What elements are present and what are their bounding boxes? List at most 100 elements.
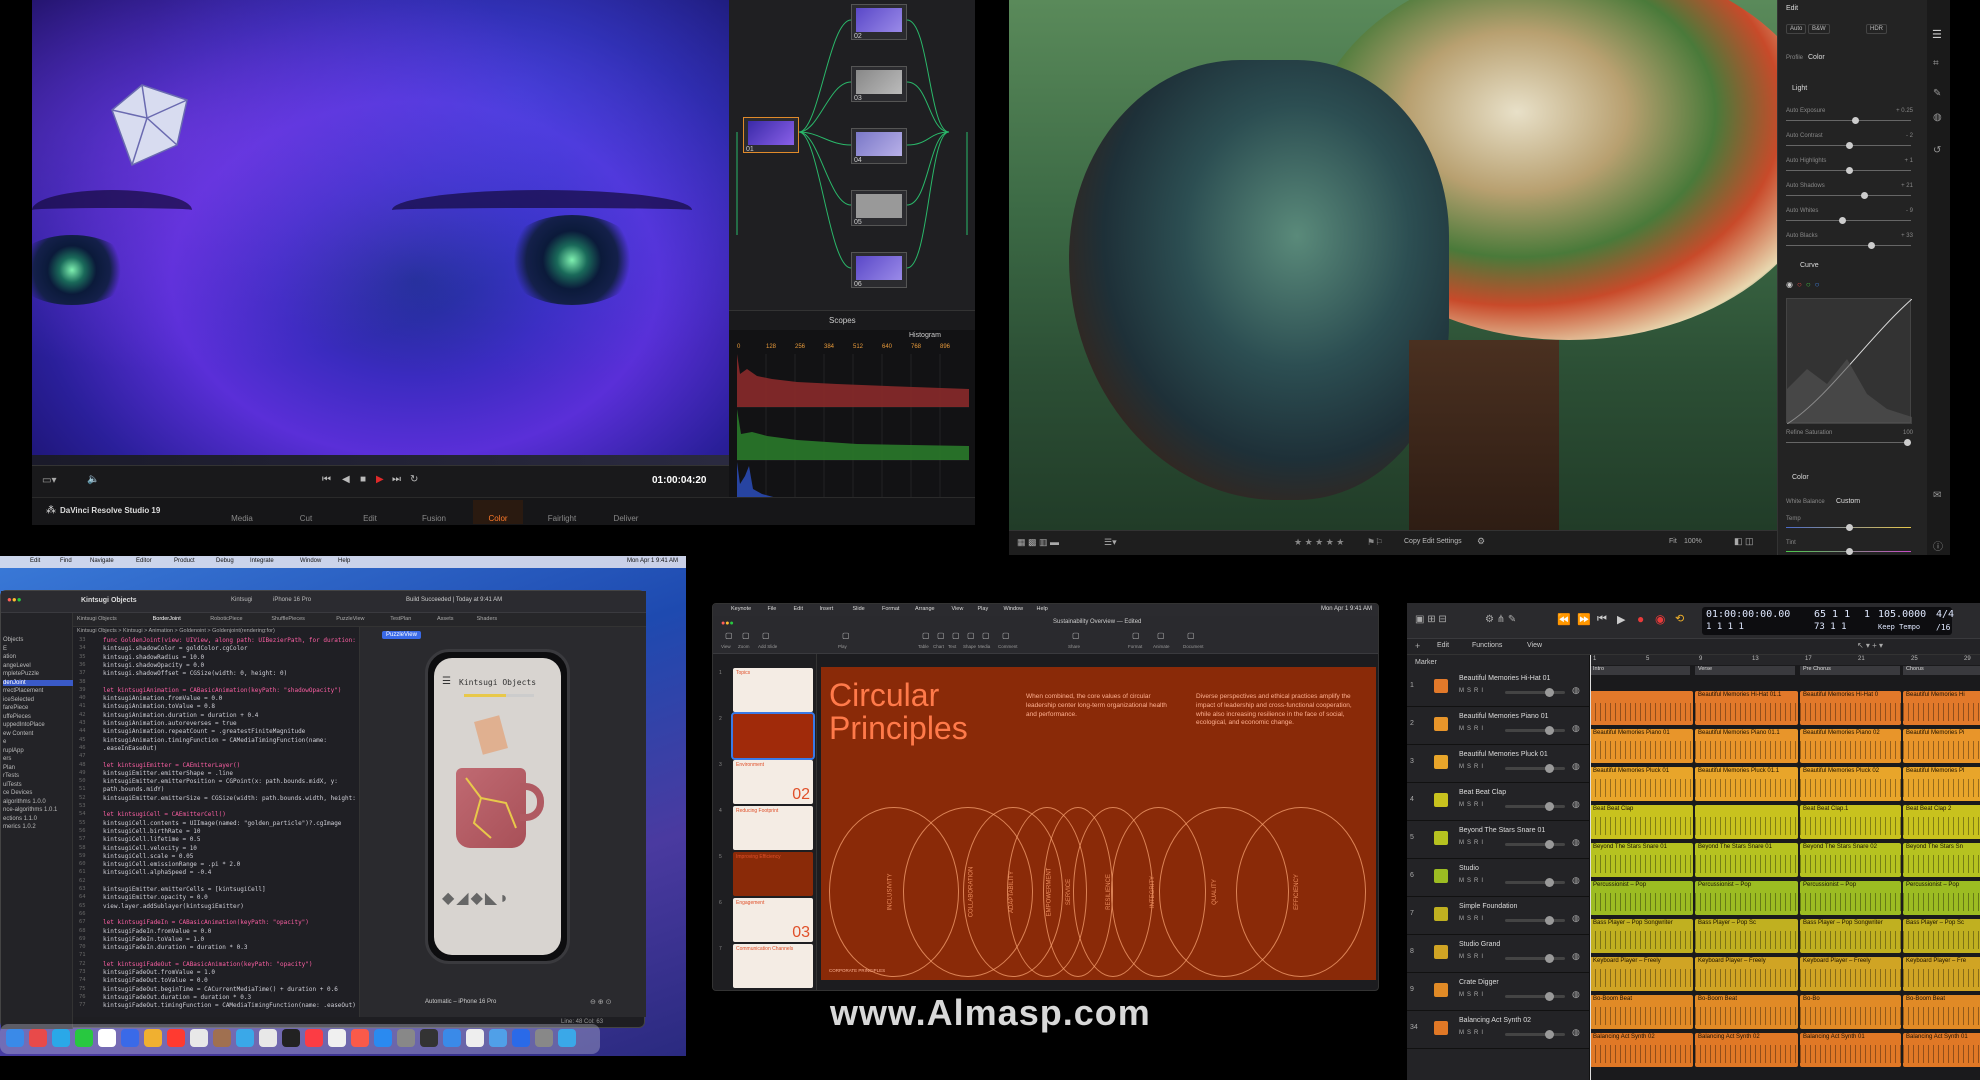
slide-canvas[interactable]: Circular Principles When combined, the c… <box>821 667 1376 980</box>
track-region[interactable]: Bass Player – Pop Songwriter <box>1590 919 1693 953</box>
pan-knob[interactable]: ◍ <box>1572 723 1580 734</box>
profile-select[interactable]: Color <box>1808 54 1825 61</box>
editor-tab[interactable]: ShufflePieces <box>271 616 305 622</box>
toolbar-format-icon[interactable]: ▢ <box>1132 631 1140 640</box>
pan-knob[interactable]: ◍ <box>1572 1027 1580 1038</box>
breadcrumb[interactable]: Kintsugi Objects > Kintsugi > Animation … <box>77 628 275 634</box>
track-buttons[interactable]: MSRI <box>1459 954 1486 960</box>
track-header[interactable]: 6 Studio MSRI ◍ <box>1407 859 1590 897</box>
track-region[interactable]: Bo-Boom Beat <box>1903 995 1980 1029</box>
record-button[interactable]: ● <box>1637 612 1644 626</box>
edit-tool-icon[interactable]: ☰ <box>1932 28 1942 41</box>
masking-tool-icon[interactable]: ◍ <box>1933 112 1942 123</box>
track-region[interactable]: Bass Player – Pop Sc <box>1695 919 1798 953</box>
page-tab-fusion[interactable]: Fusion <box>409 502 459 523</box>
track-region[interactable]: Percussionist – Pop <box>1695 881 1798 915</box>
slide-title-line-2[interactable]: Principles <box>829 710 968 747</box>
gear-icon[interactable]: ⚙ <box>1477 536 1485 547</box>
loop-button[interactable]: ↻ <box>410 474 418 485</box>
navigator-item[interactable]: ation <box>3 654 16 660</box>
track-region[interactable]: Balancing Act Synth 02 <box>1695 1033 1798 1067</box>
dock-app-icon[interactable] <box>52 1029 70 1047</box>
track-header[interactable]: 8 Studio Grand MSRI ◍ <box>1407 935 1590 973</box>
track-volume-fader[interactable] <box>1505 954 1565 963</box>
forward-button[interactable]: ⏩ <box>1577 613 1591 626</box>
navigator-item[interactable]: rTests <box>3 773 19 779</box>
navigator-item[interactable]: merics 1.0.2 <box>3 824 36 830</box>
tempo-mode[interactable]: Keep Tempo <box>1878 623 1920 631</box>
editor-tab[interactable]: TestPlan <box>390 616 411 622</box>
dock-app-icon[interactable] <box>558 1029 576 1047</box>
track-region[interactable]: Keyboard Player – Fre <box>1903 957 1980 991</box>
window-controls[interactable]: ●●● <box>7 595 22 604</box>
page-tab-media[interactable]: Media <box>217 502 267 523</box>
track-header[interactable]: 3 Beautiful Memories Pluck 01 MSRI ◍ <box>1407 745 1590 783</box>
menu-item[interactable]: View <box>952 606 964 612</box>
dock-app-icon[interactable] <box>535 1029 553 1047</box>
track-header[interactable]: 9 Crate Digger MSRI ◍ <box>1407 973 1590 1011</box>
navigator-item[interactable]: nce-algorithms 1.0.1 <box>3 807 57 813</box>
lcd-display[interactable]: 01:00:00:00.00 1 1 1 1 65 1 1 73 1 1 1 1… <box>1702 607 1954 635</box>
dock-app-icon[interactable] <box>98 1029 116 1047</box>
volume-icon[interactable]: 🔈 <box>87 474 99 485</box>
menu-item[interactable]: Find <box>60 558 72 564</box>
toolbar-zoom-icon[interactable]: ▢ <box>742 631 750 640</box>
refine-saturation-slider[interactable] <box>1786 439 1911 446</box>
menu-item[interactable]: Slide <box>853 606 865 612</box>
track-header[interactable]: 1 Beautiful Memories Hi-Hat 01 MSRI ◍ <box>1407 669 1590 707</box>
menu-item[interactable]: Help <box>338 558 350 564</box>
navigator-item[interactable]: uffePieces <box>3 714 31 720</box>
page-tab-fairlight[interactable]: Fairlight <box>537 502 587 523</box>
slide-thumbnail[interactable] <box>731 712 815 760</box>
navigator-item[interactable]: rrectPlacement <box>3 688 43 694</box>
track-header[interactable]: 7 Simple Foundation MSRI ◍ <box>1407 897 1590 935</box>
curve-section-header[interactable]: Curve <box>1800 262 1819 269</box>
track-buttons[interactable]: MSRI <box>1459 992 1486 998</box>
scheme-select[interactable]: Kintsugi <box>231 597 252 603</box>
track-header[interactable]: 4 Beat Beat Clap MSRI ◍ <box>1407 783 1590 821</box>
dock-app-icon[interactable] <box>144 1029 162 1047</box>
track-region[interactable]: Percussionist – Pop <box>1590 881 1693 915</box>
navigator-item[interactable]: e <box>3 739 6 745</box>
pan-knob[interactable]: ◍ <box>1572 875 1580 886</box>
dock-app-icon[interactable] <box>167 1029 185 1047</box>
arrange-menu-item[interactable]: View <box>1527 642 1542 649</box>
track-region[interactable]: Balancing Act Synth 01 <box>1800 1033 1901 1067</box>
stop-button[interactable]: ■ <box>360 474 366 485</box>
track-buttons[interactable]: MSRI <box>1459 802 1486 808</box>
track-region[interactable]: Beat Beat Clap <box>1590 805 1693 839</box>
navigator-item[interactable]: ections 1.1.0 <box>3 816 37 822</box>
dock-app-icon[interactable] <box>213 1029 231 1047</box>
track-volume-fader[interactable] <box>1505 840 1565 849</box>
track-header[interactable]: 5 Beyond The Stars Snare 01 MSRI ◍ <box>1407 821 1590 859</box>
info-icon[interactable]: ⓘ <box>1933 538 1943 553</box>
slider-track[interactable] <box>1786 167 1911 174</box>
track-volume-fader[interactable] <box>1505 916 1565 925</box>
top-button-auto[interactable]: Auto <box>1786 24 1807 34</box>
color-node[interactable]: 02 <box>851 4 907 40</box>
slide-body-right[interactable]: Diverse perspectives and ethical practic… <box>1196 693 1366 728</box>
track-region[interactable]: Balancing Act Synth 01 <box>1903 1033 1980 1067</box>
track-region[interactable]: Balancing Act Synth 02 <box>1590 1033 1693 1067</box>
toolbar-shape-icon[interactable]: ▢ <box>967 631 975 640</box>
code-editor[interactable]: Kintsugi Objects > Kintsugi > Animation … <box>73 627 359 1017</box>
navigator-item[interactable]: mpletePuzzle <box>3 671 39 677</box>
curve-channel-picker[interactable]: ◉○○○ <box>1786 280 1824 289</box>
arrangement-area[interactable]: 1 5 9 13 17 21 25 29 Intro Verse Pre Chorus Chorus… <box>1590 655 1980 1080</box>
page-tab-edit[interactable]: Edit <box>345 502 395 523</box>
flag-icon[interactable]: ⚑⚐ <box>1367 537 1383 548</box>
go-to-end-button[interactable]: ⏭ <box>392 474 401 485</box>
dock-app-icon[interactable] <box>443 1029 461 1047</box>
track-volume-fader[interactable] <box>1505 688 1565 697</box>
track-buttons[interactable]: MSRI <box>1459 726 1486 732</box>
navigator-item[interactable]: angeLevel <box>3 663 31 669</box>
healing-tool-icon[interactable]: ✎ <box>1933 88 1941 99</box>
track-region[interactable]: Beautiful Memories Hi-Hat 0 <box>1800 691 1901 725</box>
track-region[interactable]: Bo-Boom Beat <box>1590 995 1693 1029</box>
star-rating[interactable]: ★ ★ ★ ★ ★ <box>1294 537 1344 548</box>
menu-item[interactable]: File <box>768 606 777 612</box>
menu-item[interactable]: Edit <box>794 606 803 612</box>
dock-app-icon[interactable] <box>236 1029 254 1047</box>
slide-thumbnail[interactable]: Environment 02 <box>733 760 813 804</box>
navigator-item[interactable]: uppedIntoPlace <box>3 722 45 728</box>
